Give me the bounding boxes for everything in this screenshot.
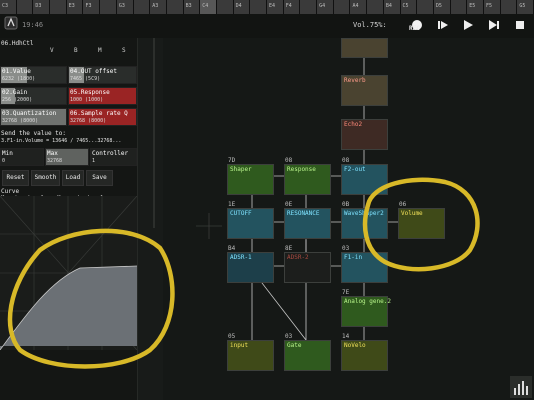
node-id: 0B: [342, 201, 350, 208]
node-adsr-2[interactable]: ADSR-2: [284, 252, 331, 283]
node-id: 14: [342, 333, 350, 340]
node-id: 1E: [228, 201, 236, 208]
node-id: 05: [228, 333, 236, 340]
node-id: 08: [342, 157, 350, 164]
node-gate[interactable]: Gate: [284, 340, 331, 371]
node-id: B4: [228, 245, 236, 252]
node-waveshaper2[interactable]: WaveShaper2: [341, 208, 388, 239]
node-adsr-1[interactable]: ADSR-1: [227, 252, 274, 283]
node-id: 03: [342, 245, 350, 252]
node-analog-generator[interactable]: Analog gene.2: [341, 296, 391, 327]
node-top-stub[interactable]: [341, 38, 388, 58]
node-id: 8E: [285, 245, 293, 252]
node-reverb[interactable]: Reverb: [341, 75, 388, 106]
app-root: C3 D3 E3 F3 G3 A3 B3 C4 D4 E4 F4 G4 A4 B4 C5 D5 E5 F5 G5 1…: [0, 0, 534, 400]
node-id: 08: [285, 157, 293, 164]
level-meter-icon[interactable]: [510, 376, 532, 398]
node-f1-in[interactable]: F1-in: [341, 252, 388, 283]
node-id: 0E: [285, 201, 293, 208]
node-novelo[interactable]: NoVelo: [341, 340, 388, 371]
node-id: 03: [285, 333, 293, 340]
node-resonance[interactable]: RESONANCE: [284, 208, 331, 239]
node-cutoff[interactable]: CUTOFF: [227, 208, 274, 239]
node-id: 7E: [342, 289, 350, 296]
node-f2-out[interactable]: F2-out: [341, 164, 388, 195]
node-shaper[interactable]: Shaper: [227, 164, 274, 195]
node-input[interactable]: input: [227, 340, 274, 371]
node-volume[interactable]: Volume: [398, 208, 445, 239]
node-id: 7D: [228, 157, 236, 164]
node-response[interactable]: Response: [284, 164, 331, 195]
node-echo2[interactable]: Echo2: [341, 119, 388, 150]
node-id: 06: [399, 201, 407, 208]
